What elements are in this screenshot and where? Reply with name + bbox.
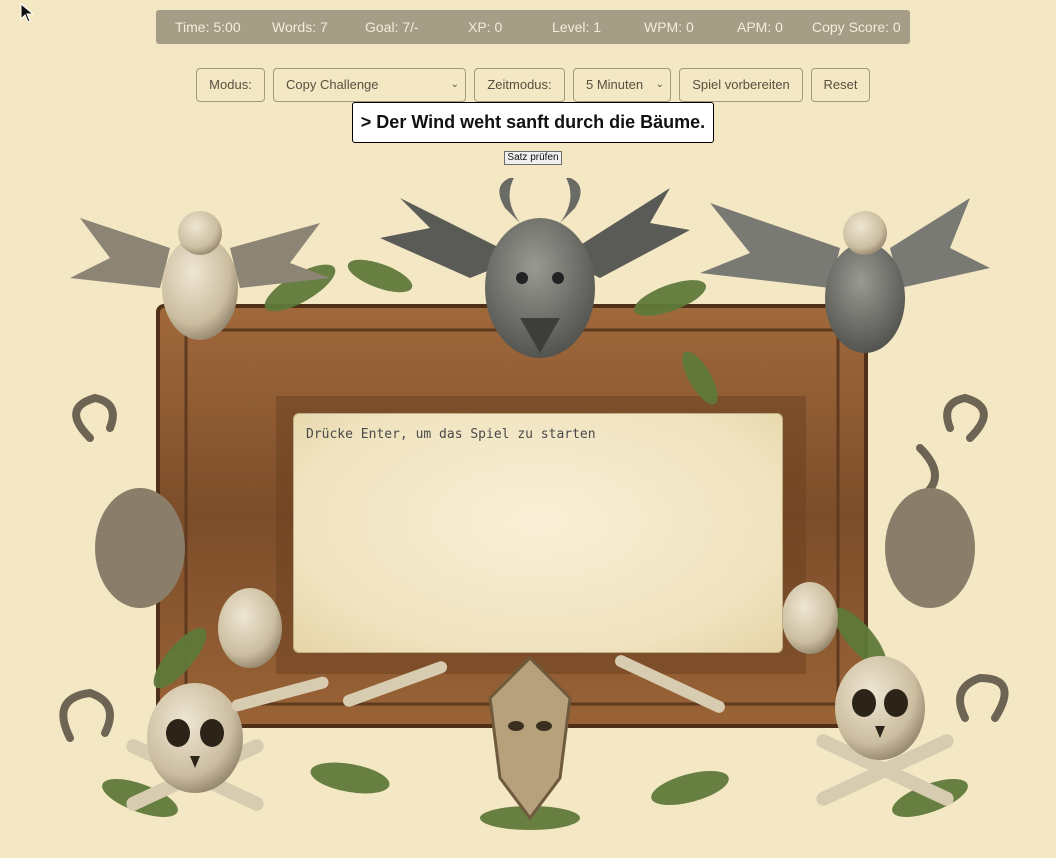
time-mode-select[interactable]: 5 Minuten ⌄	[573, 68, 671, 102]
reset-button[interactable]: Reset	[811, 68, 870, 102]
mode-label: Modus:	[196, 68, 265, 102]
game-text-area[interactable]: Drücke Enter, um das Spiel zu starten	[293, 413, 783, 653]
mode-select[interactable]: Copy Challenge ⌄	[273, 68, 466, 102]
mouse-cursor-icon	[20, 3, 35, 23]
stat-apm: APM: 0	[737, 19, 783, 35]
time-mode-select-value: 5 Minuten	[586, 77, 644, 92]
chevron-down-icon: ⌄	[655, 79, 664, 90]
start-prompt: Drücke Enter, um das Spiel zu starten	[306, 427, 596, 442]
target-sentence: > Der Wind weht sanft durch die Bäume.	[352, 102, 714, 143]
chevron-down-icon: ⌄	[450, 79, 459, 90]
stat-level: Level: 1	[552, 19, 602, 35]
check-sentence-button[interactable]: Satz prüfen	[504, 151, 562, 165]
time-mode-label: Zeitmodus:	[474, 68, 565, 102]
prepare-game-button[interactable]: Spiel vorbereiten	[679, 68, 803, 102]
stat-words: Words: 7	[272, 19, 328, 35]
stat-goal: Goal: 7/-	[365, 19, 419, 35]
stat-wpm: WPM: 0	[644, 19, 694, 35]
stat-copy-score: Copy Score: 0	[812, 19, 901, 35]
stat-xp: XP: 0	[468, 19, 503, 35]
mode-select-value: Copy Challenge	[286, 77, 379, 92]
stats-bar: Time: 5:00 Words: 7 Goal: 7/- XP: 0 Leve…	[156, 10, 910, 44]
stat-time: Time: 5:00	[175, 19, 241, 35]
